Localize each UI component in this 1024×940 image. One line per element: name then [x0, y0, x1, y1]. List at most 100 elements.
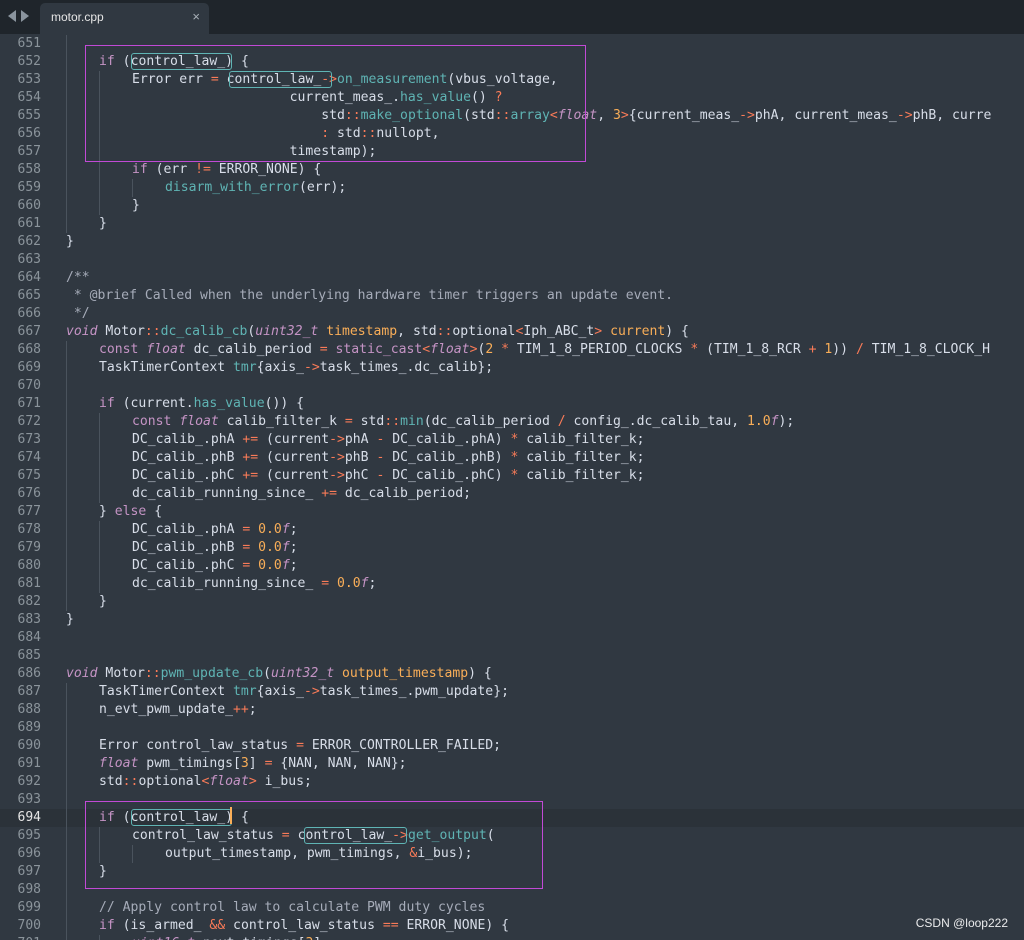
indent-guide [66, 53, 67, 71]
code-token: -> [303, 684, 320, 699]
code-line: 665 * @brief Called when the underlying … [0, 287, 1024, 305]
code-token: ++ [233, 702, 249, 717]
indent-guide [99, 107, 100, 125]
indent-guide [66, 395, 67, 413]
code-line: 670 [0, 377, 1024, 395]
code-token: void [66, 324, 98, 339]
code-token: } [66, 612, 74, 627]
line-number: 694 [17, 810, 41, 825]
indent-guide [99, 179, 100, 197]
code-line: 660} [0, 197, 1024, 215]
code-token: next_timings[ [195, 936, 306, 940]
code-token: std [352, 414, 385, 429]
line-number: 673 [17, 432, 41, 447]
code-token: ? [494, 90, 503, 105]
code-token: 3 [612, 108, 621, 123]
indent-guide [66, 881, 67, 899]
tab-title: motor.cpp [51, 10, 104, 24]
code-token: float [99, 756, 139, 771]
code-token: () [470, 90, 495, 105]
code-token: ; [368, 576, 377, 591]
code-token: std [99, 774, 123, 789]
code-token: void [66, 666, 98, 681]
code-token: current_meas_. [132, 90, 401, 105]
indent-guide [99, 521, 100, 539]
code-token: , [597, 108, 613, 123]
close-icon[interactable]: × [192, 9, 200, 24]
code-token: ERROR_NONE) { [398, 918, 510, 933]
indent-guide [66, 755, 67, 773]
code-editor[interactable]: 651 652 if (control_law_) {653 Error err = … [0, 34, 1024, 940]
code-token: ]; [313, 936, 329, 940]
code-token: (err); [299, 180, 347, 195]
code-line: 691 float pwm_timings[3] = {NAN, NAN, NAN… [0, 755, 1024, 773]
line-number: 666 [17, 306, 41, 321]
line-number: 682 [17, 594, 41, 609]
code-token: DC_calib_.phC [132, 558, 243, 573]
code-line: 651 [0, 35, 1024, 53]
code-token: ( [114, 810, 131, 825]
code-token: 0.0 [258, 540, 282, 555]
code-token: phC [344, 468, 377, 483]
code-text: TaskTimerContext tmr{axis_->task_times_.… [99, 683, 509, 701]
line-number: 693 [17, 792, 41, 807]
code-token: i_bus; [256, 774, 312, 789]
code-token: -> [321, 72, 338, 87]
nav-back-icon[interactable] [8, 10, 16, 22]
code-token: {axis_ [256, 684, 304, 699]
code-text: const float dc_calib_period = static_cas… [99, 341, 990, 359]
code-token: DC_calib_.phB [132, 540, 243, 555]
code-line: 653 Error err = control_law_->on_measurem… [0, 71, 1024, 89]
code-line: 671 if (current.has_value()) { [0, 395, 1024, 413]
code-line: 652 if (control_law_) { [0, 53, 1024, 71]
code-token: (current [258, 450, 330, 465]
indent-guide [99, 539, 100, 557]
code-text: if (control_law_) { [99, 809, 249, 827]
code-text: */ [66, 305, 90, 323]
code-token: if [99, 396, 115, 411]
indent-guide [99, 845, 100, 863]
code-token: float [209, 774, 249, 789]
code-token: (current [258, 432, 330, 447]
code-token: :: [122, 774, 139, 789]
code-line: 666 */ [0, 305, 1024, 323]
line-number: 660 [17, 198, 41, 213]
code-token: != [195, 162, 211, 177]
code-text: // Apply control law to calculate PWM du… [99, 899, 485, 917]
indent-guide [66, 71, 67, 89]
line-number: 687 [17, 684, 41, 699]
code-line: 696 output_timestamp, pwm_timings, &i_bus… [0, 845, 1024, 863]
tab-motor-cpp[interactable]: motor.cpp × [40, 3, 209, 34]
code-line: 668 const float dc_calib_period = static_… [0, 341, 1024, 359]
indent-guide [66, 701, 67, 719]
nav-forward-icon[interactable] [21, 10, 29, 22]
line-number: 657 [17, 144, 41, 159]
indent-guide [66, 575, 67, 593]
line-number: 651 [17, 36, 41, 51]
line-number: 700 [17, 918, 41, 933]
code-text: void Motor::dc_calib_cb(uint32_t timesta… [66, 323, 689, 341]
code-token: (vbus_voltage, [447, 72, 558, 87]
line-number: 655 [17, 108, 41, 123]
code-text: DC_calib_.phB += (current->phB - DC_cali… [132, 449, 645, 467]
code-token: const [132, 414, 172, 429]
code-token: Motor [97, 666, 145, 681]
line-number: 665 [17, 288, 41, 303]
code-text: } [66, 611, 74, 629]
line-number: 672 [17, 414, 41, 429]
indent-guide [66, 143, 67, 161]
indent-guide [99, 143, 100, 161]
code-token: dc_calib_cb [160, 324, 248, 339]
code-token: i_bus); [417, 846, 473, 861]
code-text: DC_calib_.phC += (current->phC - DC_cali… [132, 467, 645, 485]
code-token: Error control_law_status [99, 738, 297, 753]
code-line: 676 dc_calib_running_since_ += dc_calib_p… [0, 485, 1024, 503]
code-token: if [99, 54, 115, 69]
code-token: has_value [193, 396, 265, 411]
code-token: )) [832, 342, 849, 357]
indent-guide [66, 827, 67, 845]
